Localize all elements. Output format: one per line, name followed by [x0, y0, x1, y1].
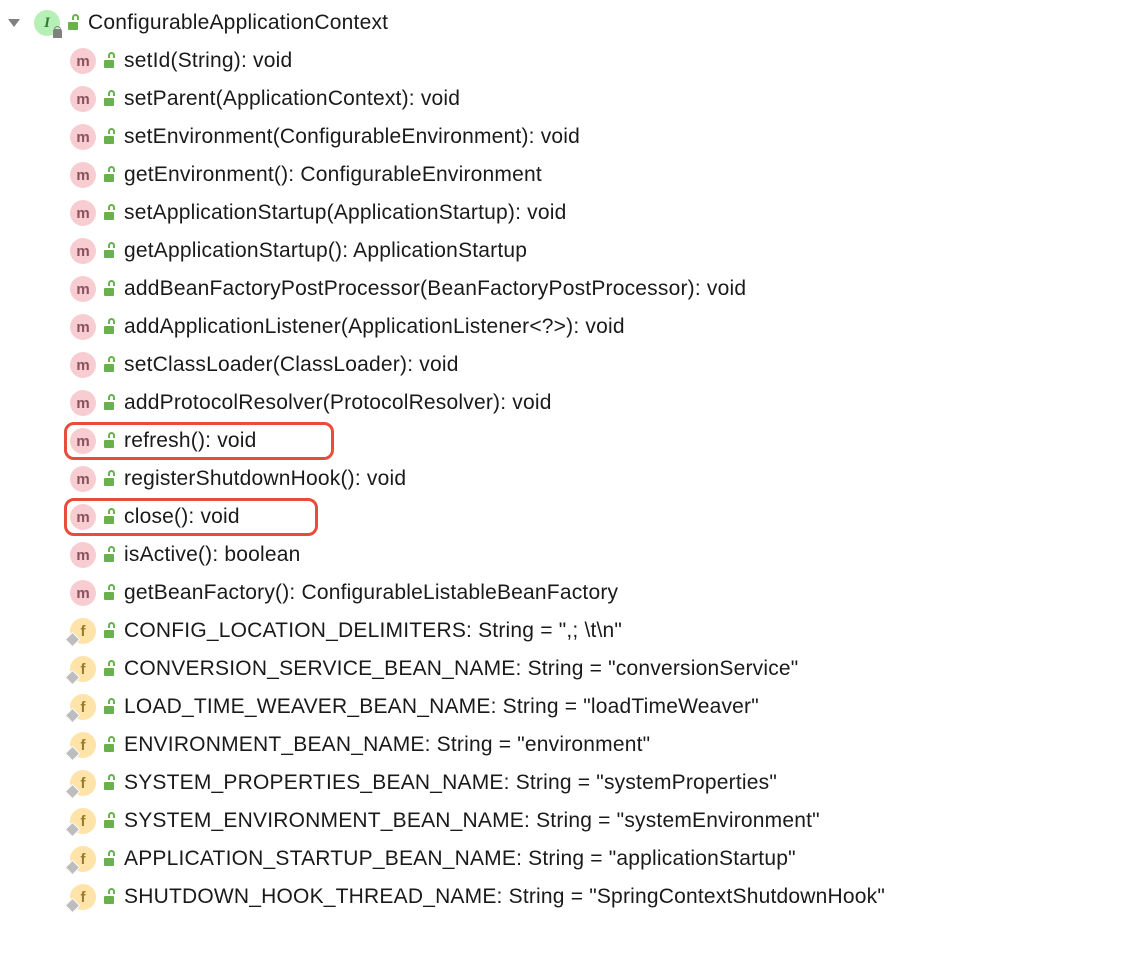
tree-node-method[interactable]: m isActive(): boolean: [8, 536, 1124, 574]
node-label: ENVIRONMENT_BEAN_NAME: String = "environ…: [124, 733, 650, 757]
field-icon: f: [70, 884, 96, 910]
tree-node-root[interactable]: I ConfigurableApplicationContext: [8, 4, 1124, 42]
node-label: setParent(ApplicationContext): void: [124, 87, 460, 111]
method-icon: m: [70, 390, 96, 416]
node-label: CONVERSION_SERVICE_BEAN_NAME: String = "…: [124, 657, 798, 681]
unlocked-icon: [102, 662, 116, 676]
structure-tree: I ConfigurableApplicationContext m setId(St…: [8, 4, 1124, 916]
method-icon: m: [70, 124, 96, 150]
method-icon: m: [70, 314, 96, 340]
unlocked-icon: [102, 510, 116, 524]
unlocked-icon: [102, 738, 116, 752]
node-label: getApplicationStartup(): ApplicationStar…: [124, 239, 527, 263]
method-icon: m: [70, 238, 96, 264]
interface-icon: I: [34, 10, 60, 36]
node-label: setClassLoader(ClassLoader): void: [124, 353, 459, 377]
unlocked-icon: [102, 92, 116, 106]
node-label: isActive(): boolean: [124, 543, 301, 567]
tree-node-field[interactable]: f SYSTEM_ENVIRONMENT_BEAN_NAME: String = …: [8, 802, 1124, 840]
method-icon: m: [70, 466, 96, 492]
unlocked-icon: [102, 548, 116, 562]
node-label: LOAD_TIME_WEAVER_BEAN_NAME: String = "lo…: [124, 695, 759, 719]
unlocked-icon: [102, 244, 116, 258]
unlocked-icon: [102, 852, 116, 866]
tree-node-field[interactable]: f ENVIRONMENT_BEAN_NAME: String = "enviro…: [8, 726, 1124, 764]
node-label: registerShutdownHook(): void: [124, 467, 406, 491]
method-icon: m: [70, 504, 96, 530]
unlocked-icon: [102, 776, 116, 790]
unlocked-icon: [102, 814, 116, 828]
method-icon: m: [70, 276, 96, 302]
tree-node-method[interactable]: m addBeanFactoryPostProcessor(BeanFactory…: [8, 270, 1124, 308]
field-icon: f: [70, 770, 96, 796]
node-label: close(): void: [124, 505, 240, 529]
field-icon: f: [70, 618, 96, 644]
tree-node-method[interactable]: m setEnvironment(ConfigurableEnvironment)…: [8, 118, 1124, 156]
unlocked-icon: [102, 700, 116, 714]
node-label: addBeanFactoryPostProcessor(BeanFactoryP…: [124, 277, 746, 301]
tree-node-field[interactable]: f LOAD_TIME_WEAVER_BEAN_NAME: String = "l…: [8, 688, 1124, 726]
unlocked-icon: [102, 624, 116, 638]
unlocked-icon: [102, 358, 116, 372]
node-label: addApplicationListener(ApplicationListen…: [124, 315, 625, 339]
method-icon: m: [70, 200, 96, 226]
tree-node-method[interactable]: m setId(String): void: [8, 42, 1124, 80]
method-icon: m: [70, 580, 96, 606]
tree-node-method[interactable]: m setParent(ApplicationContext): void: [8, 80, 1124, 118]
tree-node-field[interactable]: f SYSTEM_PROPERTIES_BEAN_NAME: String = "…: [8, 764, 1124, 802]
unlocked-icon: [66, 16, 80, 30]
node-label: setId(String): void: [124, 49, 292, 73]
node-label: APPLICATION_STARTUP_BEAN_NAME: String = …: [124, 847, 796, 871]
node-label: setEnvironment(ConfigurableEnvironment):…: [124, 125, 580, 149]
node-label: addProtocolResolver(ProtocolResolver): v…: [124, 391, 552, 415]
node-label: SYSTEM_PROPERTIES_BEAN_NAME: String = "s…: [124, 771, 777, 795]
field-icon: f: [70, 732, 96, 758]
method-icon: m: [70, 48, 96, 74]
tree-node-method[interactable]: m getApplicationStartup(): ApplicationSta…: [8, 232, 1124, 270]
disclosure-triangle-icon[interactable]: [8, 19, 20, 27]
unlocked-icon: [102, 434, 116, 448]
method-icon: m: [70, 542, 96, 568]
tree-node-method[interactable]: m registerShutdownHook(): void: [8, 460, 1124, 498]
node-label: ConfigurableApplicationContext: [88, 11, 388, 35]
unlocked-icon: [102, 282, 116, 296]
tree-node-field[interactable]: f APPLICATION_STARTUP_BEAN_NAME: String =…: [8, 840, 1124, 878]
unlocked-icon: [102, 472, 116, 486]
node-label: getEnvironment(): ConfigurableEnvironmen…: [124, 163, 542, 187]
node-label: SYSTEM_ENVIRONMENT_BEAN_NAME: String = "…: [124, 809, 820, 833]
unlocked-icon: [102, 890, 116, 904]
method-icon: m: [70, 428, 96, 454]
node-label: CONFIG_LOCATION_DELIMITERS: String = ",;…: [124, 619, 622, 643]
unlocked-icon: [102, 54, 116, 68]
method-icon: m: [70, 352, 96, 378]
tree-node-method[interactable]: m refresh(): void: [8, 422, 1124, 460]
field-icon: f: [70, 694, 96, 720]
unlocked-icon: [102, 320, 116, 334]
tree-node-field[interactable]: f SHUTDOWN_HOOK_THREAD_NAME: String = "Sp…: [8, 878, 1124, 916]
tree-node-method[interactable]: m addProtocolResolver(ProtocolResolver): …: [8, 384, 1124, 422]
node-label: getBeanFactory(): ConfigurableListableBe…: [124, 581, 618, 605]
node-label: setApplicationStartup(ApplicationStartup…: [124, 201, 566, 225]
tree-node-method[interactable]: m getBeanFactory(): ConfigurableListableB…: [8, 574, 1124, 612]
unlocked-icon: [102, 396, 116, 410]
tree-node-method[interactable]: m close(): void: [8, 498, 1124, 536]
tree-node-method[interactable]: m setClassLoader(ClassLoader): void: [8, 346, 1124, 384]
field-icon: f: [70, 656, 96, 682]
method-icon: m: [70, 162, 96, 188]
field-icon: f: [70, 808, 96, 834]
unlocked-icon: [102, 206, 116, 220]
unlocked-icon: [102, 130, 116, 144]
tree-node-method[interactable]: m getEnvironment(): ConfigurableEnvironme…: [8, 156, 1124, 194]
tree-node-method[interactable]: m setApplicationStartup(ApplicationStartu…: [8, 194, 1124, 232]
unlocked-icon: [102, 586, 116, 600]
field-icon: f: [70, 846, 96, 872]
tree-node-method[interactable]: m addApplicationListener(ApplicationListe…: [8, 308, 1124, 346]
unlocked-icon: [102, 168, 116, 182]
tree-node-field[interactable]: f CONFIG_LOCATION_DELIMITERS: String = ",…: [8, 612, 1124, 650]
node-label: SHUTDOWN_HOOK_THREAD_NAME: String = "Spr…: [124, 885, 885, 909]
method-icon: m: [70, 86, 96, 112]
tree-node-field[interactable]: f CONVERSION_SERVICE_BEAN_NAME: String = …: [8, 650, 1124, 688]
node-label: refresh(): void: [124, 429, 257, 453]
